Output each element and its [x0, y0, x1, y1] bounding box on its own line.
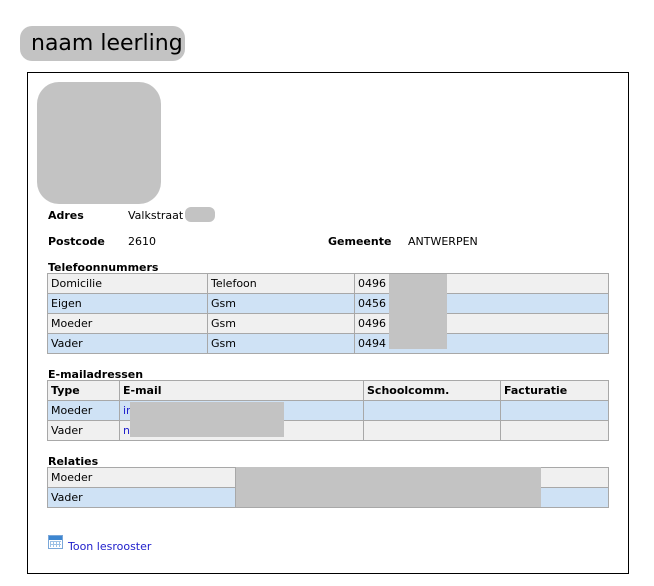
phone-owner: Eigen — [47, 293, 208, 314]
column-header-schoolcomm: Schoolcomm. — [363, 380, 501, 401]
phone-type: Gsm — [207, 293, 355, 314]
student-photo-placeholder — [37, 82, 161, 204]
postcode-label: Postcode — [48, 235, 105, 248]
address-value: Valkstraat — [128, 209, 184, 222]
column-header-type: Type — [47, 380, 120, 401]
phone-owner: Vader — [47, 333, 208, 354]
relation-type: Vader — [47, 487, 236, 508]
redacted-house-number — [185, 207, 215, 222]
calendar-icon[interactable] — [48, 535, 63, 549]
schoolcomm-cell — [363, 420, 501, 441]
redacted-email-addresses — [130, 402, 284, 437]
schoolcomm-cell — [363, 400, 501, 421]
table-row: Moeder Gsm 0496 — [47, 313, 609, 334]
email-type: Vader — [47, 420, 120, 441]
table-row: Eigen Gsm 0456 — [47, 293, 609, 314]
show-schedule-link[interactable]: Toon lesrooster — [68, 540, 151, 553]
email-link-text[interactable]: n — [123, 424, 130, 437]
relation-type: Moeder — [47, 467, 236, 488]
postcode-value: 2610 — [128, 235, 156, 248]
column-header-email: E-mail — [119, 380, 364, 401]
municipality-label: Gemeente — [328, 235, 392, 248]
phone-owner: Domicilie — [47, 273, 208, 294]
redacted-relations — [236, 467, 541, 507]
column-header-billing: Facturatie — [500, 380, 609, 401]
billing-cell — [500, 420, 609, 441]
phone-type: Telefoon — [207, 273, 355, 294]
billing-cell — [500, 400, 609, 421]
redacted-phone-numbers — [389, 274, 447, 349]
municipality-value: ANTWERPEN — [408, 235, 478, 248]
phones-table: Domicilie Telefoon 0496 Eigen Gsm 0456 M… — [47, 273, 609, 354]
table-row: Vader Gsm 0494 — [47, 333, 609, 354]
relation-extra — [540, 487, 609, 508]
phone-type: Gsm — [207, 313, 355, 334]
address-label: Adres — [48, 209, 84, 222]
relation-extra — [540, 467, 609, 488]
table-header-row: Type E-mail Schoolcomm. Facturatie — [47, 380, 609, 401]
phone-type: Gsm — [207, 333, 355, 354]
email-type: Moeder — [47, 400, 120, 421]
student-name: naam leerling — [20, 26, 185, 61]
phone-owner: Moeder — [47, 313, 208, 334]
table-row: Domicilie Telefoon 0496 — [47, 273, 609, 294]
